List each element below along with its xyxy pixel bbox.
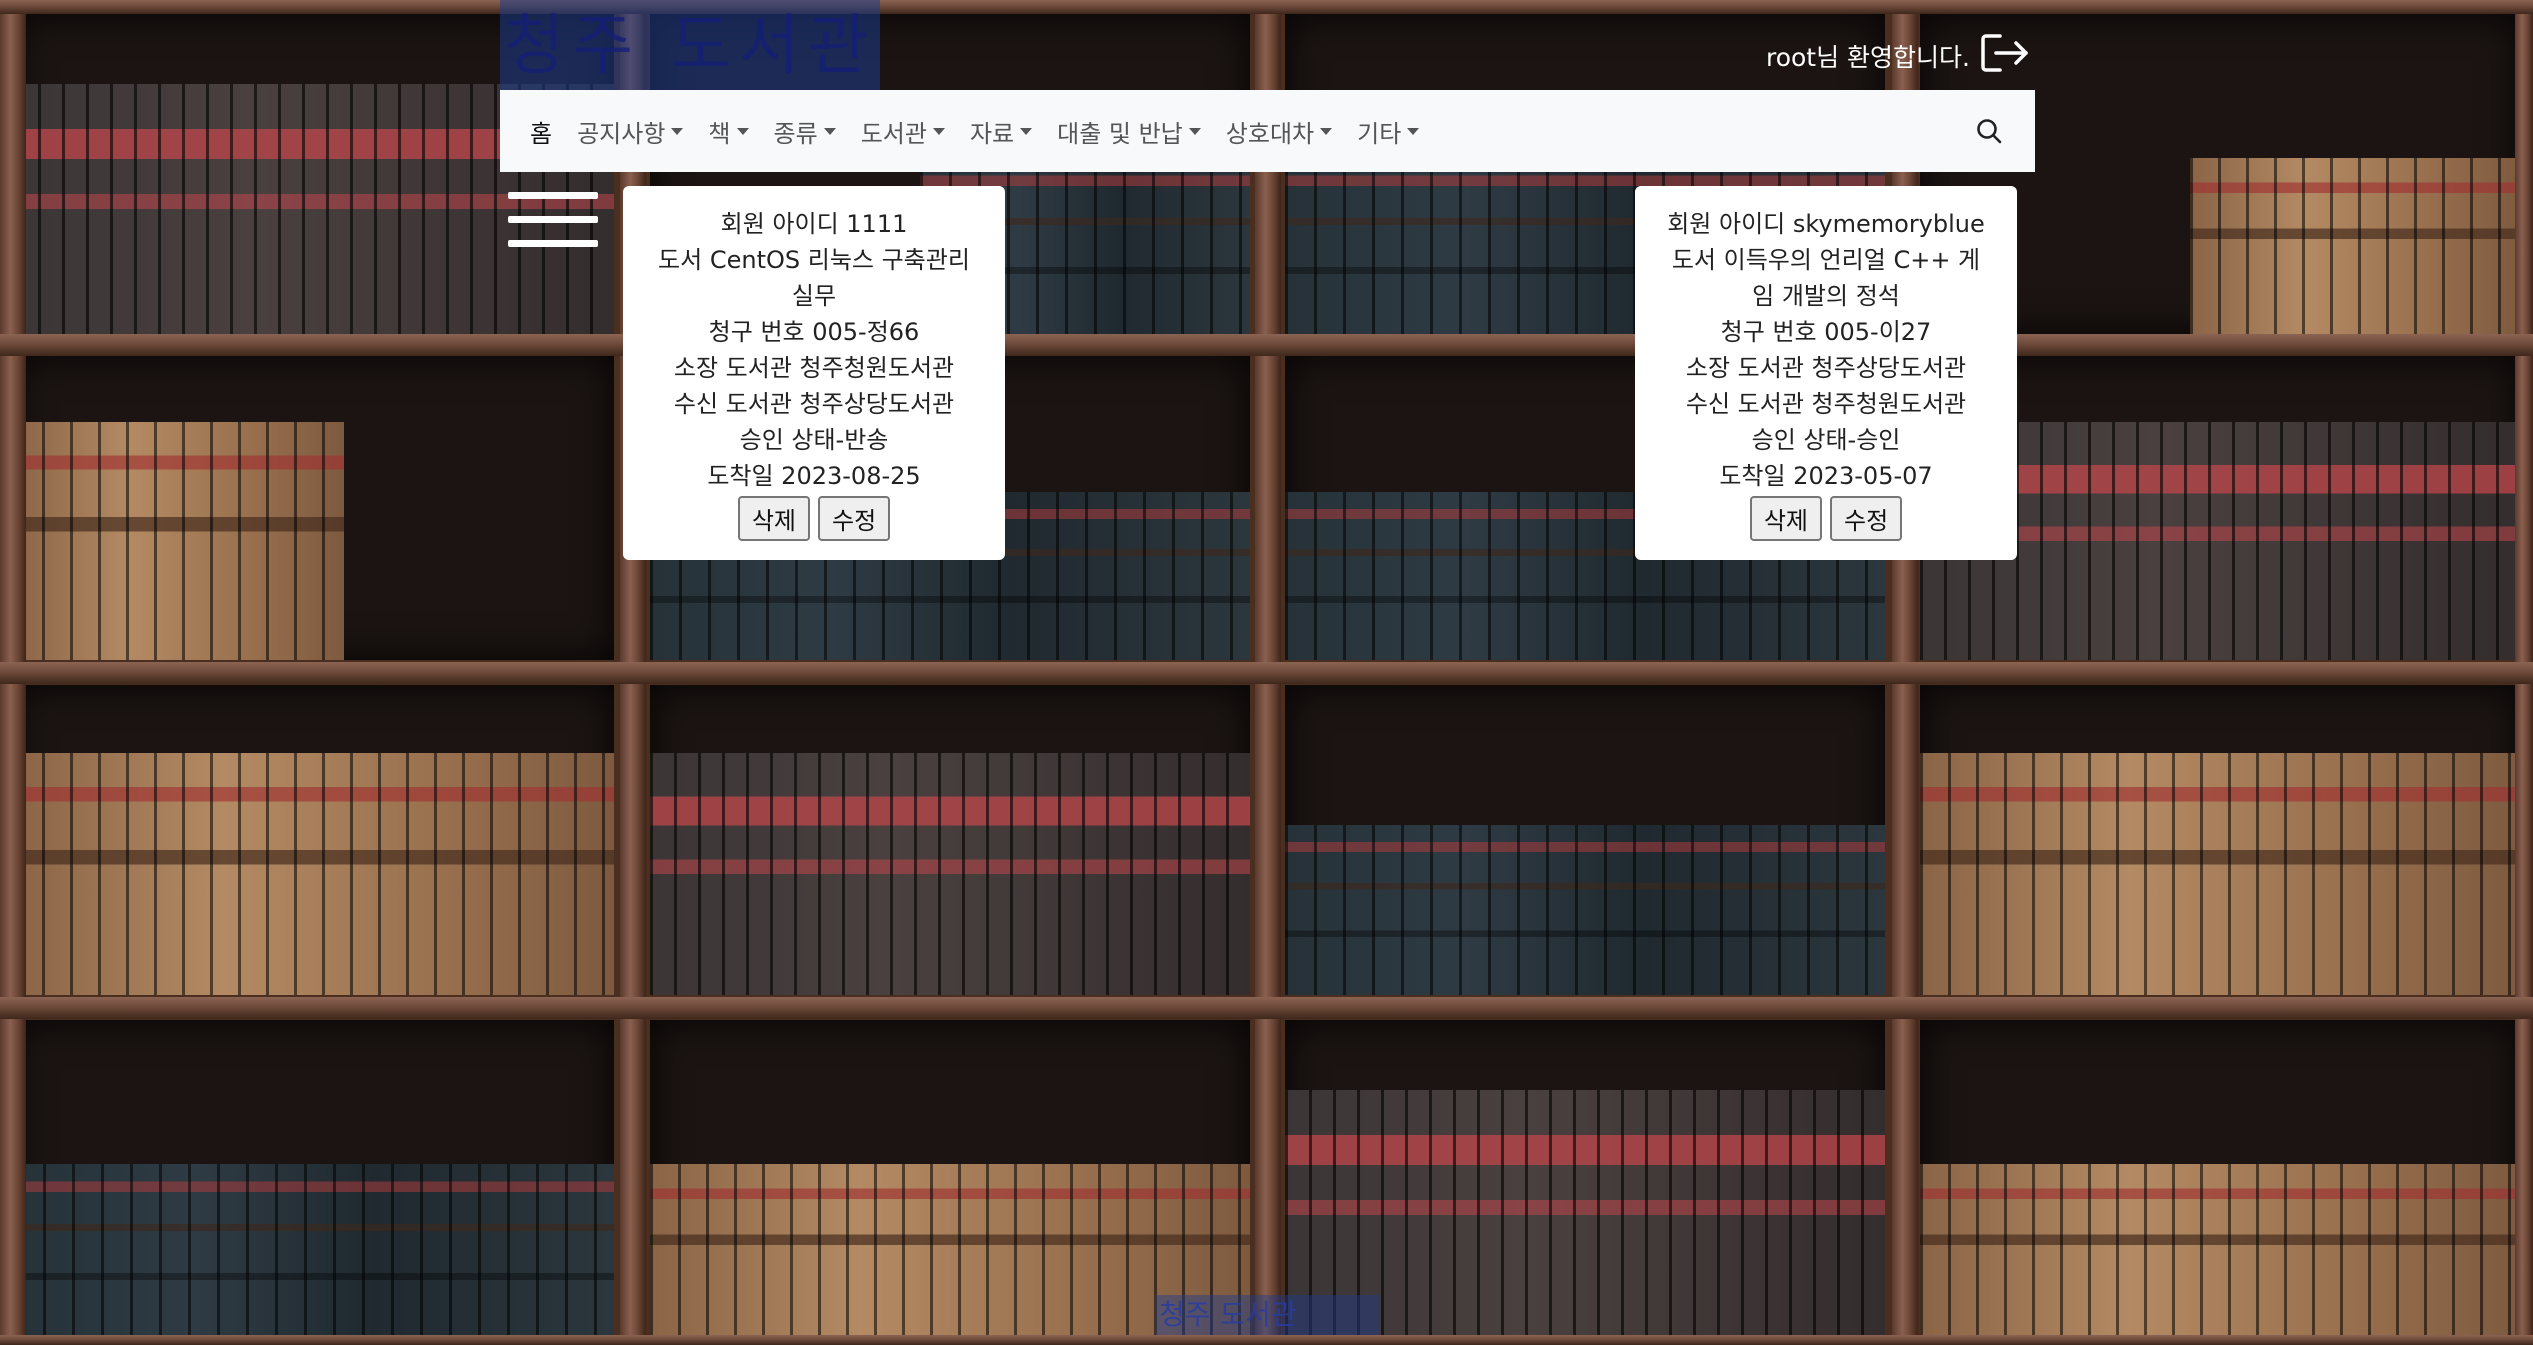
main-navbar: 홈 공지사항 책 종류 도서관 자료 대출 및 반납 상호대차 기타 xyxy=(500,90,2035,172)
caret-down-icon xyxy=(1320,127,1333,135)
interlibrary-request-card: 회원 아이디 skymemoryblue 도서 이득우의 언리얼 C++ 게 임… xyxy=(1635,186,2017,560)
owner-library: 소장 도서관 청주청원도서관 xyxy=(673,354,955,382)
site-logo-text: 청주 도서관 xyxy=(503,7,877,84)
interlibrary-request-card: 회원 아이디 1111 도서 CentOS 리눅스 구축관리 실무 청구 번호 … xyxy=(623,186,1005,560)
caret-down-icon xyxy=(1407,127,1420,135)
site-logo[interactable]: 청주 도서관 xyxy=(500,0,880,92)
arrival-date: 도착일 2023-08-25 xyxy=(707,462,921,490)
delete-button[interactable]: 삭제 xyxy=(737,496,810,541)
nav-categories-dropdown[interactable]: 종류 xyxy=(774,114,836,149)
caret-down-icon xyxy=(932,127,945,135)
hamburger-menu-icon[interactable] xyxy=(508,192,598,252)
book-title: 도서 이득우의 언리얼 C++ 게 xyxy=(1671,246,1981,274)
receive-library: 수신 도서관 청주청원도서관 xyxy=(1685,390,1967,418)
caret-down-icon xyxy=(1020,127,1033,135)
book-title-continued: 실무 xyxy=(791,282,837,310)
nav-library-label: 도서관 xyxy=(860,119,927,148)
member-id: 회원 아이디 1111 xyxy=(720,210,908,238)
receive-library: 수신 도서관 청주상당도서관 xyxy=(673,390,955,418)
book-title-continued: 임 개발의 정석 xyxy=(1752,282,1900,310)
user-welcome: root님 환영합니다. xyxy=(1766,32,2030,80)
nav-materials-dropdown[interactable]: 자료 xyxy=(969,114,1033,149)
nav-categories-label: 종류 xyxy=(773,119,818,148)
card-actions: 삭제 수정 xyxy=(1657,496,1995,541)
nav-interlibrary-loan-dropdown[interactable]: 상호대차 xyxy=(1225,114,1333,149)
approval-status: 승인 상태-반송 xyxy=(739,426,889,454)
footer-logo: 청주 도서관 xyxy=(1155,1295,1379,1335)
caret-down-icon xyxy=(823,127,836,135)
approval-status: 승인 상태-승인 xyxy=(1751,426,1901,454)
book-title: 도서 CentOS 리눅스 구축관리 xyxy=(658,246,970,274)
nav-home[interactable]: 홈 xyxy=(530,114,552,149)
card-actions: 삭제 수정 xyxy=(645,496,983,541)
nav-notices-label: 공지사항 xyxy=(577,119,666,148)
member-id: 회원 아이디 skymemoryblue xyxy=(1667,210,1985,238)
footer-text: 청주 도서관 xyxy=(1159,1298,1297,1331)
owner-library: 소장 도서관 청주상당도서관 xyxy=(1685,354,1967,382)
edit-button[interactable]: 수정 xyxy=(818,496,891,541)
call-number: 청구 번호 005-이27 xyxy=(1720,318,1932,346)
edit-button[interactable]: 수정 xyxy=(1830,496,1903,541)
call-number: 청구 번호 005-정66 xyxy=(708,318,920,346)
nav-etc-label: 기타 xyxy=(1357,119,1402,148)
nav-etc-dropdown[interactable]: 기타 xyxy=(1357,114,1420,149)
caret-down-icon xyxy=(1188,127,1201,135)
nav-books-label: 책 xyxy=(708,119,731,148)
nav-loan-return-dropdown[interactable]: 대출 및 반납 xyxy=(1057,114,1201,149)
caret-down-icon xyxy=(671,127,684,135)
nav-books-dropdown[interactable]: 책 xyxy=(708,114,749,149)
nav-home-label: 홈 xyxy=(530,119,553,148)
nav-library-dropdown[interactable]: 도서관 xyxy=(861,114,945,149)
nav-loan-return-label: 대출 및 반납 xyxy=(1057,119,1183,148)
logout-icon[interactable] xyxy=(1980,32,2030,80)
bookshelf-background xyxy=(0,0,2533,1345)
nav-notices-dropdown[interactable]: 공지사항 xyxy=(577,114,684,149)
caret-down-icon xyxy=(736,127,749,135)
nav-materials-label: 자료 xyxy=(969,119,1015,148)
search-icon[interactable] xyxy=(1973,115,2005,147)
nav-interlibrary-loan-label: 상호대차 xyxy=(1225,119,1315,148)
welcome-text: root님 환영합니다. xyxy=(1765,43,1970,72)
delete-button[interactable]: 삭제 xyxy=(1749,496,1822,541)
arrival-date: 도착일 2023-05-07 xyxy=(1719,462,1933,490)
